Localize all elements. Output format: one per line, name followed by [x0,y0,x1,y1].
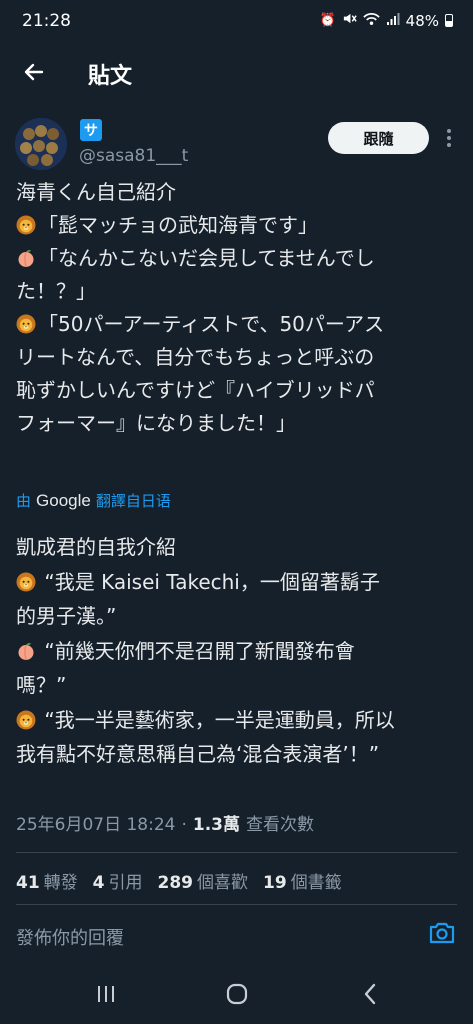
lion-face-icon [16,708,38,732]
stat-label: 引用 [108,873,143,893]
lion-face-icon [16,570,38,594]
battery-percent: 48% [405,11,439,30]
status-time: 21:28 [22,11,71,31]
line-text: 嗎？” [16,673,67,697]
line-text: フォーマー』になりました！」 [16,411,296,435]
status-icons: ⏰ 48% [319,11,453,30]
signal-icon [386,12,400,30]
mute-icon [342,11,357,30]
stat-count: 41 [16,873,40,893]
verified-badge: サ [80,119,102,141]
text-line: リートなんで、自分でもちょっと呼ぶの [16,341,466,374]
line-text: 「なんかこないだ会見してませんでし [38,246,375,270]
lion-face-icon [16,312,38,336]
wifi-icon [362,12,380,30]
camera-icon[interactable] [428,920,458,948]
google-brand: Google [36,491,91,510]
translation-label: 翻譯自日语 [95,492,171,510]
text-line: 我有點不好意思稱自己為‘混合表演者’！” [16,737,466,772]
line-text: 「50パーアーティストで、50パーアス [38,312,385,336]
text-line: “前幾天你們不是召開了新聞發布會 [16,634,466,669]
battery-icon [445,14,453,27]
post-meta: 25年6月07日 18:24 · 1.3萬 查看次數 [16,810,314,835]
more-vertical-icon[interactable] [438,126,460,150]
stat-label: 個喜歡 [197,873,249,893]
page-title: 貼文 [88,64,133,89]
peach-icon [16,639,38,663]
divider [16,852,457,853]
stat-quotes[interactable]: 4 引用 [93,868,143,893]
user-handle[interactable]: @sasa81___t [79,146,188,166]
line-text: 恥ずかしいんですけど『ハイブリッドパ [16,378,375,402]
post-text: 海青くん自己紹介「髭マッチョの武知海青です」「なんかこないだ会見してませんでした… [16,176,466,440]
line-text: た！？」 [16,279,96,303]
post-timestamp: 25年6月07日 18:24 [16,815,176,835]
stat-likes[interactable]: 289 個喜歡 [158,868,249,893]
text-line: 恥ずかしいんですけど『ハイブリッドパ [16,374,466,407]
text-line: “我是 Kaisei Takechi，一個留著鬍子 [16,565,466,600]
author-row: サ @sasa81___t 跟隨 [0,116,473,176]
text-line: 的男子漢。” [16,599,466,634]
view-label: 查看次數 [246,815,315,835]
text-line: 嗎？” [16,668,466,703]
line-text: “我一半是藝術家，一半是運動員，所以 [38,707,395,732]
peach-icon [16,246,38,270]
text-line: フォーマー』になりました！」 [16,407,466,440]
line-text: 海青くん自己紹介 [16,180,176,204]
text-line: 海青くん自己紹介 [16,176,466,209]
lion-face-icon [16,213,38,237]
back-button[interactable] [16,54,52,90]
arrow-left-icon [24,63,44,81]
avatar[interactable] [15,118,67,170]
translation-attribution[interactable]: 由 Google 翻譯自日语 [16,490,171,511]
stats-row: 41 轉發 4 引用 289 個喜歡 19 個書籤 [16,868,357,893]
line-text: 我有點不好意思稱自己為‘混合表演者’！” [16,742,380,766]
stat-count: 289 [157,873,194,893]
stat-count: 4 [92,873,105,893]
line-text: リートなんで、自分でもちょっと呼ぶの [16,345,375,369]
text-line: “我一半是藝術家，一半是運動員，所以 [16,703,466,738]
text-line: た！？」 [16,275,466,308]
line-text: “我是 Kaisei Takechi，一個留著鬍子 [38,569,380,594]
stat-label: 轉發 [43,873,78,893]
stat-count: 19 [263,873,287,893]
line-text: 凱成君的自我介紹 [16,535,176,559]
back-icon[interactable] [362,983,378,1005]
line-text: 的男子漢。” [16,604,117,628]
divider [16,904,457,905]
status-bar: 21:28 ⏰ 48% [0,0,473,44]
top-bar: 貼文 [0,44,473,100]
text-line: 「髭マッチョの武知海青です」 [16,209,466,242]
translated-text: 凱成君的自我介紹 “我是 Kaisei Takechi，一個留著鬍子的男子漢。”… [16,530,466,772]
follow-button[interactable]: 跟隨 [328,122,429,154]
text-line: 「50パーアーティストで、50パーアス [16,308,466,341]
recent-apps-icon[interactable] [96,985,116,1003]
text-line: 「なんかこないだ会見してませんでし [16,242,466,275]
translation-by: 由 [16,492,32,510]
line-text: “前幾天你們不是召開了新聞發布會 [38,638,355,663]
meta-separator: · [181,815,187,835]
line-text: 「髭マッチョの武知海青です」 [38,213,318,237]
stat-bookmarks[interactable]: 19 個書籤 [263,868,342,893]
text-line: 凱成君的自我介紹 [16,530,466,565]
alarm-icon: ⏰ [319,13,336,28]
system-nav-bar [0,960,473,1024]
stat-reposts[interactable]: 41 轉發 [16,868,78,893]
reply-input[interactable]: 發佈你的回覆 [16,924,124,950]
view-count: 1.3萬 [192,815,241,835]
home-icon[interactable] [226,983,248,1005]
stat-label: 個書籤 [290,873,342,893]
